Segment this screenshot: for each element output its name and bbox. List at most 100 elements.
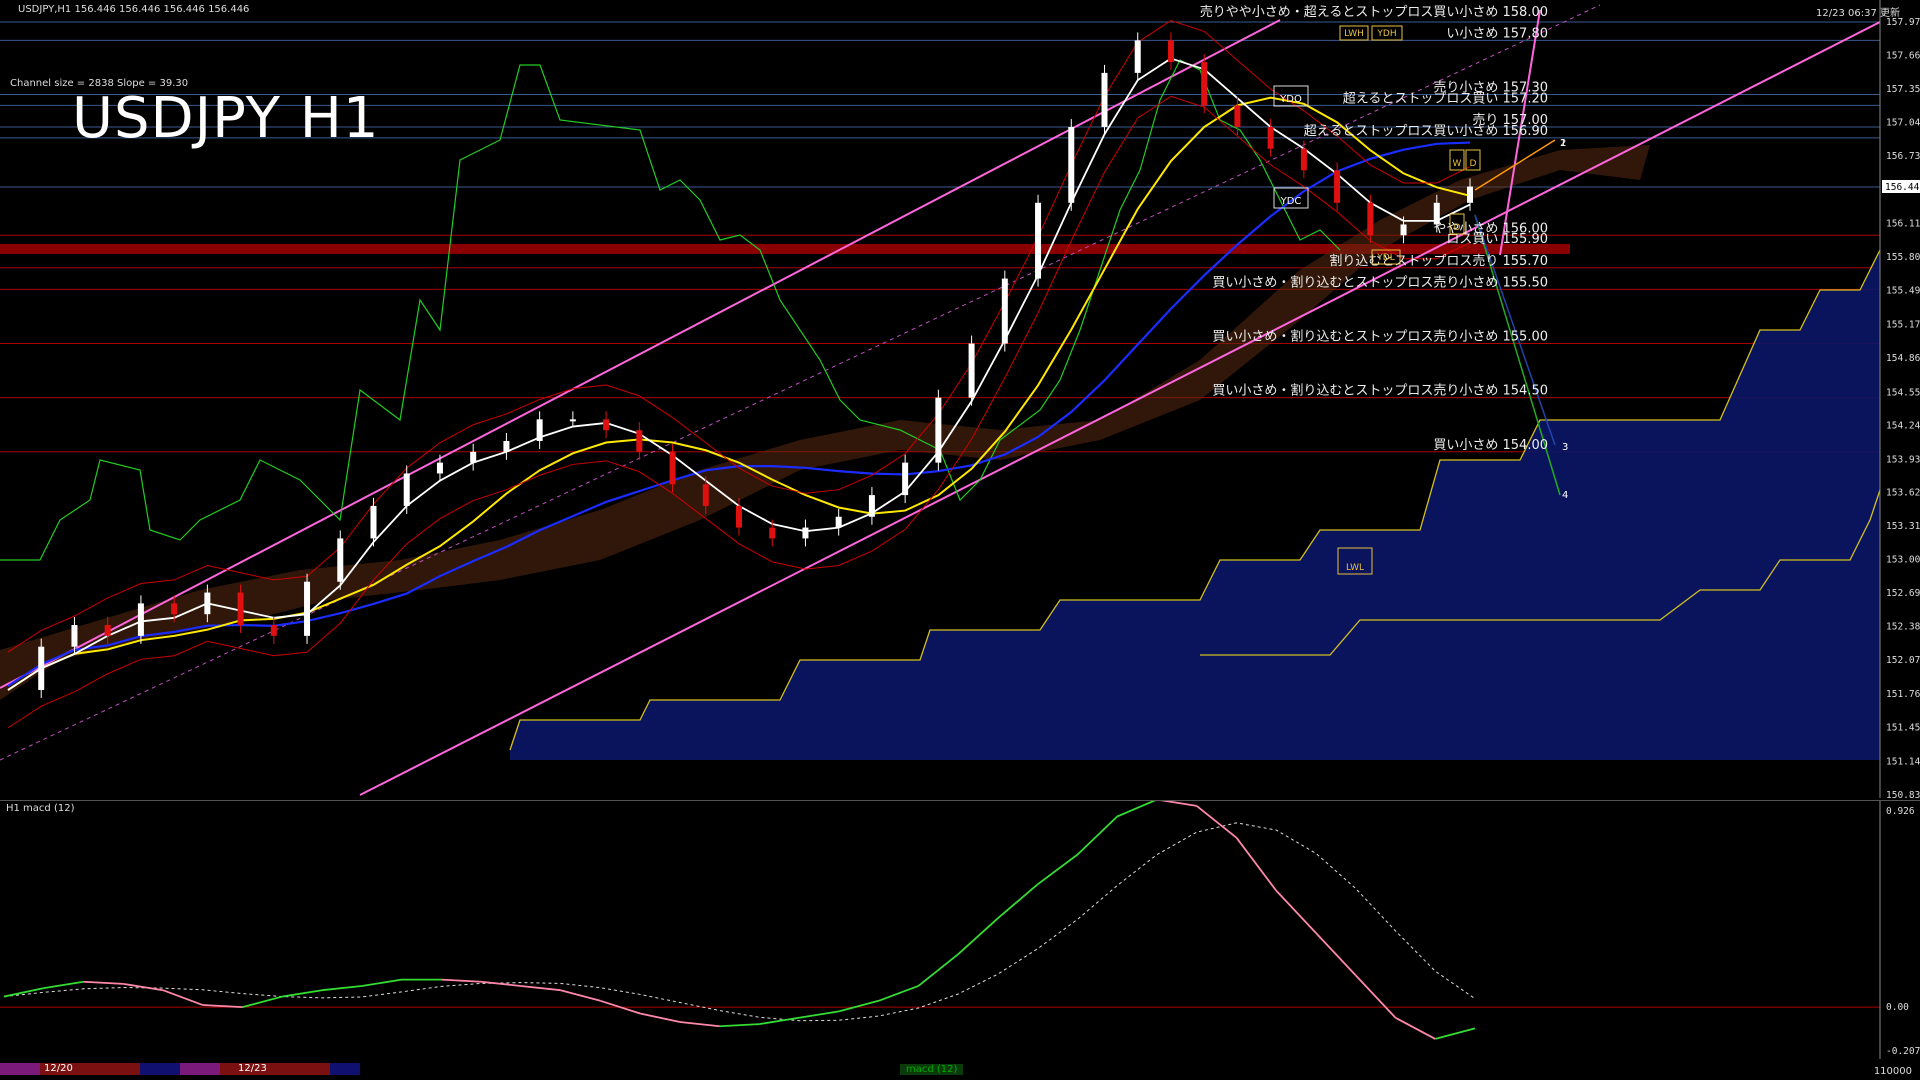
candle-body	[370, 505, 377, 539]
wave-marker: 4	[1562, 490, 1568, 501]
macd-line-segment	[1395, 1016, 1436, 1040]
macd-line-segment	[441, 978, 482, 983]
price-axis-label: 153.930	[1886, 454, 1920, 465]
level-label: 買い小さめ・割り込むとストップロス売り小さめ 155.00	[1212, 329, 1548, 345]
macd-line-segment	[957, 917, 999, 955]
candle-body	[1234, 105, 1241, 128]
macd-line-segment	[759, 1016, 800, 1025]
price-axis-label: 154.550	[1886, 387, 1920, 398]
lwh-tag: LWH	[1344, 29, 1364, 39]
macd-line-segment	[282, 989, 323, 998]
candle-body	[1367, 202, 1374, 236]
macd-line-segment	[838, 999, 879, 1013]
candle-body	[1400, 224, 1407, 236]
time-segment	[180, 1063, 220, 1075]
macd-line-segment	[1235, 837, 1277, 892]
candle-body	[304, 581, 311, 636]
candle-body	[603, 419, 610, 431]
candle-body	[137, 603, 144, 636]
macd-line-segment	[1076, 815, 1118, 856]
time-segment	[330, 1063, 360, 1075]
macd-line-segment	[878, 985, 919, 1002]
candle-body	[38, 646, 45, 690]
d-tag: D	[1454, 223, 1461, 233]
candle-body	[204, 592, 211, 615]
candle-body	[337, 538, 344, 582]
macd-line-segment	[639, 1012, 681, 1023]
price-axis-label: 153.315	[1886, 521, 1920, 532]
candle-body	[71, 625, 78, 647]
macd-line-segment	[162, 989, 204, 1006]
macd-axis-label: -0.207	[1886, 1046, 1920, 1057]
macd-line-segment	[43, 980, 84, 989]
macd-line-segment	[83, 980, 124, 985]
macd-line-segment	[679, 1021, 720, 1028]
ydh-tag: YDH	[1376, 29, 1396, 39]
candle-body	[1068, 127, 1075, 203]
w-tag: W	[1453, 159, 1462, 169]
chart-title: USDJPY H1	[72, 86, 380, 151]
date-label: 12/23	[238, 1063, 267, 1074]
price-axis-label: 154.865	[1886, 353, 1920, 364]
macd-line-segment	[1355, 974, 1397, 1019]
wave-marker: 2	[1560, 138, 1566, 149]
price-axis-label: 150.830	[1886, 790, 1920, 798]
symbol-info: USDJPY,H1 156.446 156.446 156.446 156.44…	[18, 4, 250, 15]
macd-line-segment	[520, 985, 561, 992]
macd-line-segment	[1435, 1027, 1476, 1040]
candle-body	[802, 527, 809, 539]
candle-body	[1101, 72, 1108, 128]
level-label: 超えるとストップロス買い小さめ 156.90	[1304, 124, 1548, 139]
time-segment	[0, 1063, 40, 1075]
level-label: 売りやや小さめ・超えるとストップロス買い小さめ 158.00	[1200, 4, 1548, 20]
candle-body	[702, 484, 709, 506]
candle-body	[237, 592, 244, 626]
macd-chart[interactable]: 0.926 0.00 -0.207	[0, 801, 1920, 1059]
price-axis-label: 154.245	[1886, 420, 1920, 431]
price-axis-label: 155.490	[1886, 285, 1920, 296]
price-axis-label: 152.075	[1886, 655, 1920, 666]
macd-line-segment	[242, 995, 283, 1009]
price-axis-label: 151.455	[1886, 722, 1920, 733]
macd-line-segment	[1037, 853, 1078, 886]
candle-body	[736, 505, 742, 528]
price-axis-label: 151.140	[1886, 756, 1920, 767]
candle-body	[1201, 62, 1208, 106]
candle-body	[270, 625, 277, 636]
macd-line-segment	[1160, 801, 1197, 807]
macd-title: H1 macd (12)	[6, 803, 75, 814]
macd-line-segment	[1315, 932, 1357, 976]
candle-body	[1467, 186, 1473, 203]
price-axis-label: 155.800	[1886, 252, 1920, 263]
current-price-label: 156.446	[1885, 182, 1920, 193]
d-tag: D	[1470, 159, 1477, 169]
candle-body	[436, 462, 443, 474]
macd-line-segment	[1116, 801, 1156, 818]
candle-body	[1334, 170, 1341, 203]
candle-body	[636, 430, 643, 452]
candle-body	[503, 440, 510, 452]
price-axis-label: 157.660	[1886, 51, 1920, 62]
macd-signal-line	[3, 822, 1476, 1022]
macd-axis-label: 0.00	[1886, 1002, 1909, 1013]
candle-body	[935, 397, 942, 463]
macd-line-segment	[1275, 890, 1317, 934]
macd-tab[interactable]: macd (12)	[900, 1064, 964, 1075]
bottom-value: 110000	[1873, 1066, 1912, 1077]
candle-body	[1167, 40, 1174, 63]
candle-body	[669, 451, 676, 485]
macd-line-segment	[123, 982, 164, 992]
macd-axis-label: 0.926	[1886, 806, 1915, 817]
macd-line-segment	[997, 883, 1039, 919]
macd-line-segment	[917, 953, 959, 987]
level-label: 割り込むとストップロス売り 155.70	[1329, 253, 1548, 269]
candle-body	[536, 419, 543, 441]
candle-body	[403, 473, 410, 506]
macd-line-segment	[798, 1010, 840, 1019]
price-axis-label: 152.695	[1886, 588, 1920, 599]
level-label: い小さめ 157.80	[1446, 26, 1548, 41]
main-chart-pane[interactable]: 売りやや小さめ・超えるとストップロス買い小さめ 158.00 い小さめ 157.8…	[0, 0, 1920, 798]
ydc-tag: YDC	[1280, 196, 1302, 207]
macd-pane[interactable]: 0.926 0.00 -0.207 H1 macd (12)	[0, 800, 1920, 1059]
price-axis-label: 155.175	[1886, 320, 1920, 331]
